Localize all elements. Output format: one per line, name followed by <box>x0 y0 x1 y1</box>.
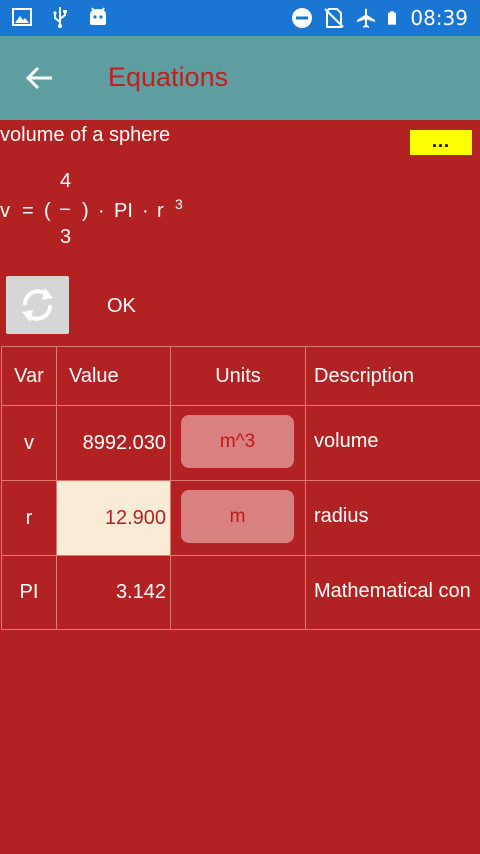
formula-dot: · <box>98 200 105 222</box>
table-row-var: r <box>1 480 57 556</box>
header-units: Units <box>170 346 306 406</box>
table-row-description: Mathematical con <box>305 555 480 630</box>
formula-fraction-bar: − <box>59 199 71 221</box>
formula-r: r <box>157 200 164 222</box>
refresh-icon <box>22 288 53 322</box>
formula-close-paren: ) <box>82 200 89 222</box>
formula-equals: = <box>22 200 34 222</box>
table-row-units-cell: m^3 <box>170 405 306 481</box>
formula: v = ( 4 − 3 ) · PI · r 3 <box>0 170 300 250</box>
header-var: Var <box>1 346 57 406</box>
table-row-var: PI <box>1 555 57 630</box>
ok-label: OK <box>107 295 136 317</box>
app-bar: Equations <box>0 36 480 120</box>
formula-exponent: 3 <box>175 196 183 212</box>
refresh-button[interactable] <box>6 276 69 334</box>
airplane-mode-icon <box>357 8 376 28</box>
no-sim-icon <box>324 8 345 28</box>
formula-numerator: 4 <box>60 170 72 192</box>
table-row-description: radius <box>305 480 480 556</box>
value-input-r[interactable]: 12.900 <box>56 480 171 556</box>
usb-icon <box>53 7 67 28</box>
arrow-back-icon[interactable] <box>20 58 60 98</box>
table-row-value: 8992.030 <box>56 405 171 481</box>
formula-lhs: v <box>0 200 10 222</box>
equation-name: volume of a sphere <box>0 124 171 146</box>
table-row-value: 3.142 <box>56 555 171 630</box>
units-button[interactable]: m <box>181 490 294 543</box>
table-row-description: volume <box>305 405 480 481</box>
do-not-disturb-icon <box>292 8 313 28</box>
formula-dot: · <box>142 200 149 222</box>
formula-open-paren: ( <box>44 200 51 222</box>
formula-pi: PI <box>114 200 133 222</box>
image-icon <box>12 8 32 26</box>
header-description: Description <box>305 346 480 406</box>
table-row-units-cell: m <box>170 480 306 556</box>
android-icon <box>90 7 106 25</box>
formula-denominator: 3 <box>60 226 72 248</box>
table-row-var: v <box>1 405 57 481</box>
more-button[interactable]: ... <box>410 130 472 155</box>
clock: 08:39 <box>410 6 468 30</box>
page-title: Equations <box>108 62 229 92</box>
header-value: Value <box>56 346 171 406</box>
units-button[interactable]: m^3 <box>181 415 294 468</box>
status-bar: 08:39 <box>0 0 480 36</box>
battery-icon <box>388 11 397 25</box>
table-row-units-cell <box>170 555 306 630</box>
